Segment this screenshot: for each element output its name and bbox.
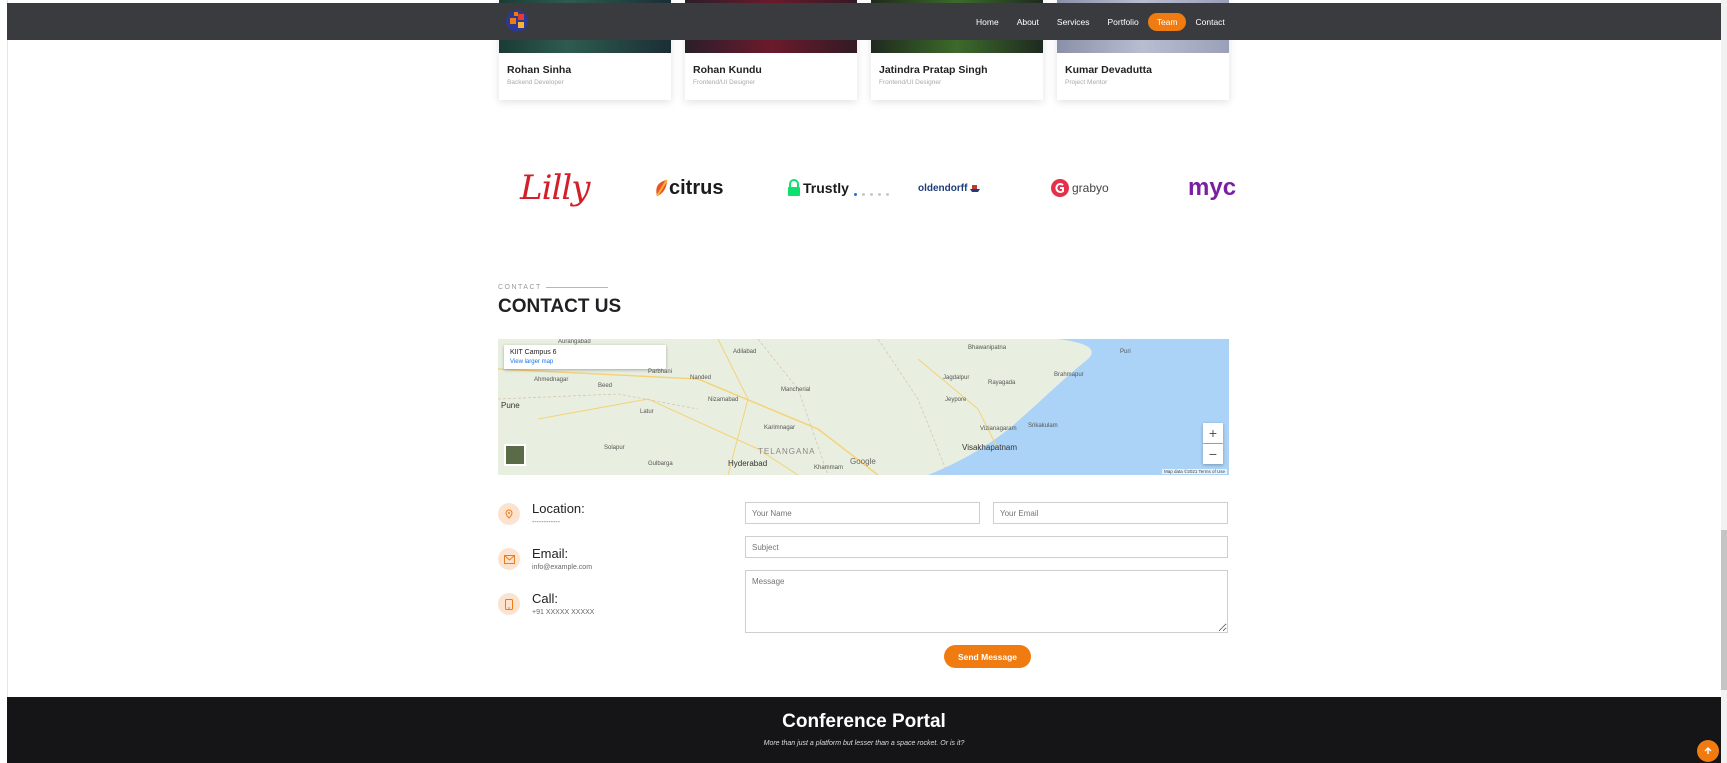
map-label: Mancherial [781,387,811,393]
map-label: Khammam [814,465,844,471]
citrus-leaf-icon [656,179,668,197]
name-input[interactable] [745,502,980,524]
map-label: Gulbarga [648,461,673,467]
section-title: CONTACT US [498,296,622,317]
nav-services[interactable]: Services [1048,13,1099,31]
map-zoom-in-button[interactable]: + [1203,423,1223,443]
location-pin-icon [498,503,520,525]
map-label: Latur [640,409,654,415]
nav-team[interactable]: Team [1147,12,1187,31]
map-label: Beed [598,383,613,389]
eyebrow-text: CONTACT [498,284,542,291]
map-label: Nizamabad [708,397,739,403]
call-value[interactable]: +91 XXXXX XXXXX [532,609,594,616]
location-label: Location: [532,501,585,516]
map-label: Vizianagaram [980,426,1017,432]
client-logo-citrus[interactable]: citrus [653,160,723,216]
team-role: Project Mentor [1065,79,1108,86]
map-label: Srikakulam [1028,423,1058,429]
nav-contact[interactable]: Contact [1186,13,1233,31]
nav-about[interactable]: About [1008,13,1048,31]
email-label: Email: [532,546,569,561]
scrollbar-thumb[interactable] [1721,530,1727,690]
google-map[interactable]: KIIT Campus 6 View larger map Aurangabad… [498,339,1229,475]
message-textarea[interactable] [745,570,1228,633]
team-role: Frontend/UI Designer [879,79,942,86]
footer-title: Conference Portal [782,711,946,732]
page-scrollbar[interactable] [1721,0,1727,763]
map-label: Parbhani [648,369,673,375]
map-satellite-toggle[interactable] [504,444,526,466]
footer-tagline: More than just a platform but lesser tha… [763,740,965,747]
map-place-name: KIIT Campus 6 [510,349,557,356]
map-label: Nanded [690,375,712,381]
carousel-dot[interactable] [854,193,857,196]
map-label: Bhawanipatna [968,345,1007,351]
map-label: Pune [501,401,520,410]
call-label: Call: [532,591,559,606]
view-larger-map-link[interactable]: View larger map [510,359,553,365]
section-eyebrow: CONTACT [498,284,608,291]
map-label: Karimnagar [764,425,796,431]
map-place-card: KIIT Campus 6 View larger map [504,345,666,369]
map-zoom-out-button[interactable]: − [1203,444,1223,464]
subject-input[interactable] [745,536,1228,558]
ship-icon [970,185,981,192]
trustly-text: Trustly [803,180,849,196]
map-label: Aurangabad [558,339,591,345]
carousel-dots [854,193,889,196]
map-label: TELANGANA [758,447,816,456]
map-label: Puri [1120,349,1131,355]
grabyo-text: grabyo [1072,181,1109,195]
carousel-dot[interactable] [886,193,889,196]
trustly-lock-icon [788,179,800,196]
carousel-dot[interactable] [862,193,865,196]
client-logo-grabyo[interactable]: grabyo [1051,160,1109,216]
map-label: Rayagada [988,380,1016,386]
carousel-dot[interactable] [870,193,873,196]
client-logo-oldendorff[interactable]: oldendorff [918,160,981,216]
map-label: Hyderabad [728,459,768,468]
back-to-top-button[interactable] [1697,740,1719,762]
citrus-text: citrus [669,176,724,199]
phone-icon [498,593,520,615]
arrow-up-icon [1704,747,1712,754]
nav-home[interactable]: Home [967,13,1008,31]
map-label: Adilabad [733,349,757,355]
team-name: Rohan Kundu [693,64,762,76]
email-value[interactable]: info@example.com [532,564,592,571]
map-terms[interactable]: Map data ©2021 Terms of Use [1161,469,1227,474]
map-label: Solapur [604,445,625,451]
client-logo-lilly[interactable]: Lilly [520,160,590,216]
site-logo-icon[interactable] [505,9,529,33]
site-footer: Conference Portal More than just a platf… [7,697,1721,763]
map-label: Jeypore [945,397,967,403]
map-label: Ahmednagar [534,377,569,383]
oldendorff-text: oldendorff [918,182,968,194]
client-logo-trustly[interactable]: Trustly [785,160,849,216]
team-name: Jatindra Pratap Singh [879,64,988,76]
google-logo: Google [850,457,876,466]
map-label: Visakhapatnam [962,443,1017,452]
main-nav: Home About Services Portfolio Team Conta… [967,3,1234,40]
carousel-dot[interactable] [878,193,881,196]
nav-portfolio[interactable]: Portfolio [1099,13,1148,31]
team-role: Frontend/UI Designer [693,79,756,86]
location-value: ------------ [532,519,560,526]
team-role: Backend Developer [507,79,564,86]
site-header: Home About Services Portfolio Team Conta… [7,3,1721,40]
clients-strip: Lilly citrus Trustly oldendorff grabyo m… [498,160,1236,216]
team-name: Rohan Sinha [507,64,572,76]
page-left-border [0,0,8,763]
send-message-button[interactable]: Send Message [944,645,1031,668]
client-logo-myc[interactable]: myc [1188,160,1236,216]
envelope-icon [498,548,520,570]
grabyo-icon [1051,179,1069,197]
team-name: Kumar Devadutta [1065,64,1152,76]
email-input[interactable] [993,502,1228,524]
map-label: Brahmapur [1054,372,1084,378]
map-label: Jagdalpur [943,375,970,381]
eyebrow-line [545,287,608,288]
